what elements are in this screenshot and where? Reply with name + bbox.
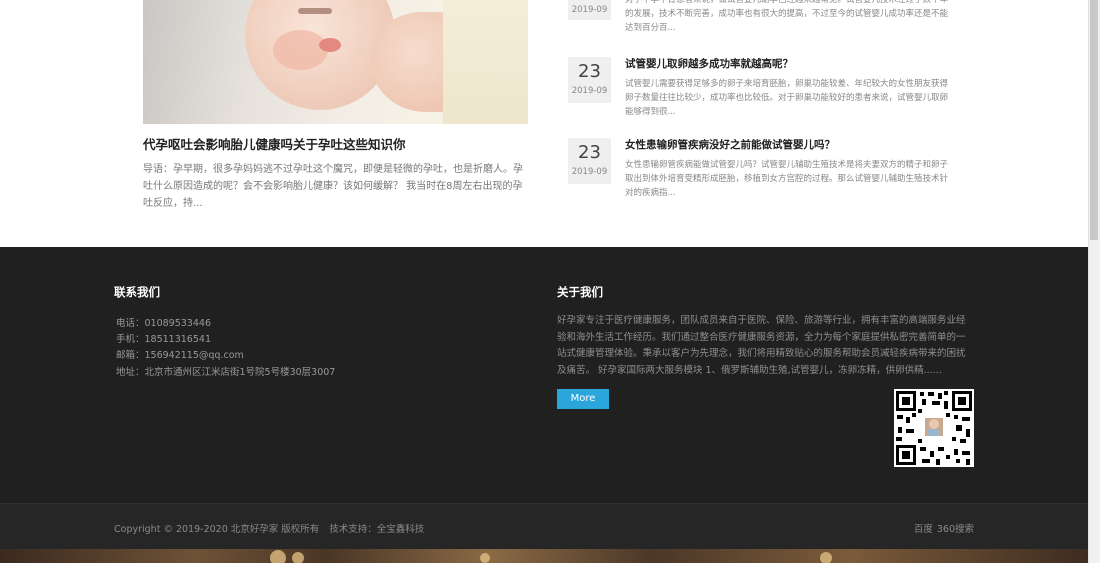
news-item-title[interactable]: 女性患输卵管疾病没好之前能做试管婴儿吗？ bbox=[625, 138, 835, 152]
footer-link-baidu[interactable]: 百度 bbox=[914, 524, 933, 535]
news-date-day: 23 bbox=[578, 142, 601, 163]
bokeh-light bbox=[270, 550, 286, 563]
news-date-box: 2019-09 bbox=[568, 0, 611, 20]
copyright-line: Copyright © 2019-2020 北京好孕家 版权所有 技术支持：全宝鑫… bbox=[114, 521, 424, 535]
decorative-photo-strip bbox=[0, 549, 1088, 563]
news-date-box: 23 2019-09 bbox=[568, 138, 611, 184]
footer-links: 百度 360搜索 bbox=[910, 521, 974, 535]
contact-heading: 联系我们 bbox=[114, 285, 160, 299]
news-item-title[interactable]: 试管婴儿取卵越多成功率就越高呢？ bbox=[625, 57, 793, 71]
blanket-illustration bbox=[443, 0, 528, 124]
contact-mobile: 手机：18511316541 bbox=[116, 334, 211, 345]
bokeh-light bbox=[480, 553, 490, 563]
news-item-summary: 试管婴儿需要获得足够多的卵子来培育胚胎，卵巢功能较差、年纪较大的女性朋友获得卵子… bbox=[625, 79, 949, 117]
news-date-yearmonth: 2019-09 bbox=[571, 167, 608, 177]
about-description: 好孕家专注于医疗健康服务，团队成员来自于医院、保险、旅游等行业，拥有丰富的高端服… bbox=[557, 315, 966, 376]
featured-article-title[interactable]: 代孕呕吐会影响胎儿健康吗关于孕吐这些知识你 bbox=[143, 136, 528, 154]
news-date-day: 23 bbox=[578, 61, 601, 82]
qr-code-image bbox=[894, 389, 974, 467]
baby-cheek-illustration bbox=[273, 30, 328, 70]
featured-article[interactable]: 代孕呕吐会影响胎儿健康吗关于孕吐这些知识你 导语：孕早期，很多孕妈妈逃不过孕吐这… bbox=[143, 0, 528, 212]
copyright-text: Copyright © 2019-2020 北京好孕家 版权所有 bbox=[114, 524, 320, 535]
page-scrollbar[interactable] bbox=[1088, 0, 1100, 563]
baby-eye-illustration bbox=[298, 8, 332, 14]
footer-link-360[interactable]: 360搜索 bbox=[937, 524, 974, 535]
qr-code-icon bbox=[894, 389, 974, 467]
about-heading: 关于我们 bbox=[557, 285, 603, 299]
featured-article-image[interactable] bbox=[143, 0, 528, 124]
news-date-box: 23 2019-09 bbox=[568, 57, 611, 103]
news-date-yearmonth: 2019-09 bbox=[571, 5, 608, 15]
bokeh-light bbox=[820, 552, 832, 563]
news-item-summary: 女性患输卵管疾病能做试管婴儿吗？试管婴儿辅助生殖技术是将夫妻双方的精子和卵子取出… bbox=[625, 160, 949, 198]
more-button[interactable]: More bbox=[557, 389, 609, 409]
bokeh-light bbox=[292, 552, 304, 563]
featured-article-summary: 导语：孕早期，很多孕妈妈逃不过孕吐这个魔咒，即便是轻微的孕吐，也是折磨人。孕吐什… bbox=[143, 164, 523, 209]
contact-address: 地址：北京市通州区江米店街1号院5号楼30层3007 bbox=[116, 367, 336, 378]
contact-phone: 电话：01089533446 bbox=[116, 318, 211, 329]
news-date-yearmonth: 2019-09 bbox=[571, 86, 608, 96]
baby-mouth-illustration bbox=[319, 38, 341, 52]
scrollbar-thumb[interactable] bbox=[1090, 0, 1098, 240]
tech-support-text[interactable]: 技术支持：全宝鑫科技 bbox=[329, 524, 424, 535]
news-item-summary: 对于不孕不育患者来说，做试管婴儿助孕已经越来越常见。试管婴儿技术经过了数十年的发… bbox=[625, 0, 949, 33]
contact-email: 邮箱：156942115@qq.com bbox=[116, 350, 244, 361]
